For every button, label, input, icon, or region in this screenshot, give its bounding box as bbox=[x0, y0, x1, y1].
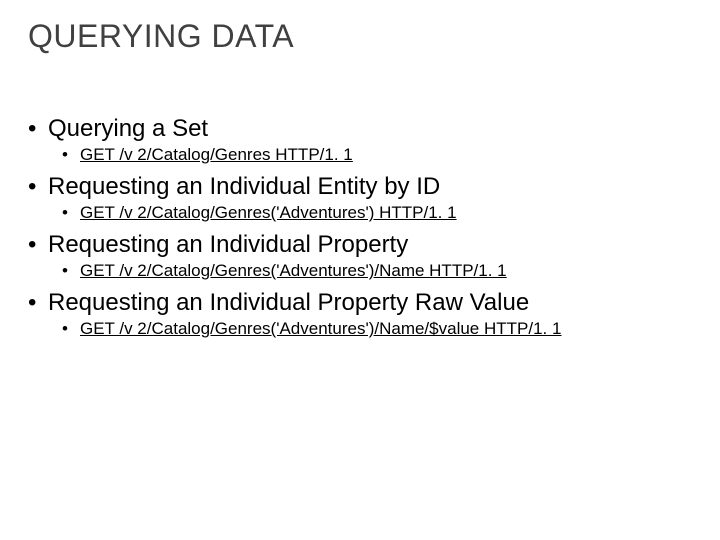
bullet-link-row: •GET /v 2/Catalog/Genres HTTP/1. 1 bbox=[62, 145, 692, 165]
section-querying-set: •Querying a Set •GET /v 2/Catalog/Genres… bbox=[28, 115, 692, 165]
heading-text: Requesting an Individual Entity by ID bbox=[48, 173, 440, 200]
section-individual-entity: •Requesting an Individual Entity by ID •… bbox=[28, 173, 692, 223]
bullet-heading: •Requesting an Individual Property Raw V… bbox=[28, 289, 692, 317]
bullet-link-row: •GET /v 2/Catalog/Genres('Adventures')/N… bbox=[62, 261, 692, 281]
heading-text: Requesting an Individual Property Raw Va… bbox=[48, 289, 529, 316]
heading-text: Querying a Set bbox=[48, 115, 208, 142]
http-request-link[interactable]: GET /v 2/Catalog/Genres('Adventures') HT… bbox=[80, 203, 457, 222]
bullet-dot-icon: • bbox=[62, 203, 80, 223]
bullet-dot-icon: • bbox=[62, 145, 80, 165]
http-request-link[interactable]: GET /v 2/Catalog/Genres('Adventures')/Na… bbox=[80, 261, 507, 280]
bullet-dot-icon: • bbox=[62, 319, 80, 339]
bullet-link-row: •GET /v 2/Catalog/Genres('Adventures')/N… bbox=[62, 319, 692, 339]
bullet-heading: •Querying a Set bbox=[28, 115, 692, 143]
bullet-heading: •Requesting an Individual Property bbox=[28, 231, 692, 259]
bullet-heading: •Requesting an Individual Entity by ID bbox=[28, 173, 692, 201]
http-request-link[interactable]: GET /v 2/Catalog/Genres('Adventures')/Na… bbox=[80, 319, 561, 338]
bullet-link-row: •GET /v 2/Catalog/Genres('Adventures') H… bbox=[62, 203, 692, 223]
section-property-raw-value: •Requesting an Individual Property Raw V… bbox=[28, 289, 692, 339]
bullet-dot-icon: • bbox=[28, 115, 48, 143]
bullet-dot-icon: • bbox=[28, 289, 48, 317]
heading-text: Requesting an Individual Property bbox=[48, 231, 408, 258]
section-individual-property: •Requesting an Individual Property •GET … bbox=[28, 231, 692, 281]
bullet-dot-icon: • bbox=[28, 173, 48, 201]
bullet-dot-icon: • bbox=[28, 231, 48, 259]
bullet-dot-icon: • bbox=[62, 261, 80, 281]
slide-title: QUERYING DATA bbox=[28, 18, 692, 55]
http-request-link[interactable]: GET /v 2/Catalog/Genres HTTP/1. 1 bbox=[80, 145, 353, 164]
